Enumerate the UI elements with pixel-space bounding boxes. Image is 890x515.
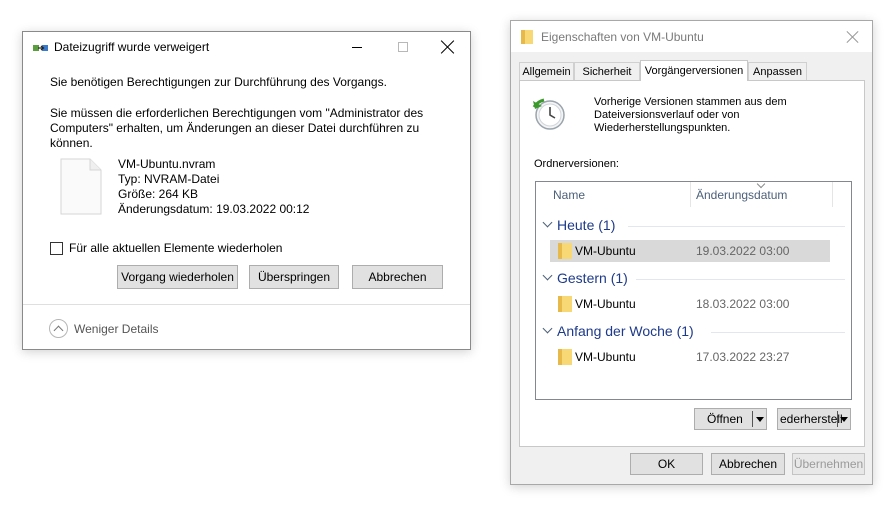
- version-name: VM-Ubuntu: [575, 297, 636, 311]
- group-header-earlier-this-week[interactable]: Anfang der Woche (1): [536, 321, 853, 343]
- footer-divider: [23, 304, 470, 305]
- group-header-yesterday[interactable]: Gestern (1): [536, 268, 853, 290]
- column-divider[interactable]: [832, 182, 833, 207]
- group-title: Heute (1): [557, 217, 616, 233]
- properties-close-button[interactable]: [833, 22, 873, 52]
- cancel-button[interactable]: Abbrechen: [352, 265, 443, 289]
- restore-clock-icon: [532, 98, 565, 130]
- folder-versions-list[interactable]: Name Änderungsdatum Heute (1) VM-Ubuntu …: [535, 179, 853, 400]
- file-details: VM-Ubuntu.nvram Typ: NVRAM-Datei Größe: …: [118, 157, 309, 217]
- retry-button[interactable]: Vorgang wiederholen: [117, 265, 238, 289]
- version-date: 18.03.2022 03:00: [696, 297, 790, 311]
- tab-allgemein[interactable]: Allgemein: [519, 62, 574, 80]
- close-icon: [846, 30, 860, 44]
- version-row-yesterday[interactable]: VM-Ubuntu 18.03.2022 03:00: [550, 293, 830, 315]
- folder-icon: [558, 243, 572, 259]
- folder-icon: [558, 296, 572, 312]
- admin-permission-message: Sie müssen die erforderlichen Berechtigu…: [50, 106, 424, 150]
- maximize-button[interactable]: [380, 32, 426, 62]
- repeat-for-all-checkbox[interactable]: [50, 241, 63, 255]
- column-header-modified[interactable]: Änderungsdatum: [696, 182, 831, 207]
- file-modified-date: Änderungsdatum: 19.03.2022 00:12: [118, 202, 310, 216]
- chevron-down-icon: [542, 323, 553, 334]
- skip-button[interactable]: Überspringen: [249, 265, 339, 289]
- version-date: 17.03.2022 23:27: [696, 350, 790, 364]
- version-row-earlier-this-week[interactable]: VM-Ubuntu 17.03.2022 23:27: [550, 346, 830, 368]
- file-icon: [60, 158, 102, 215]
- group-divider: [711, 332, 845, 333]
- less-details-label: Weniger Details: [74, 321, 159, 336]
- dropdown-arrow-icon[interactable]: [840, 417, 848, 422]
- close-button[interactable]: [425, 32, 471, 62]
- split-divider: [752, 411, 753, 427]
- column-divider[interactable]: [690, 182, 691, 207]
- maximize-icon: [398, 42, 408, 52]
- minimize-icon: [352, 46, 362, 48]
- group-header-today[interactable]: Heute (1): [536, 215, 853, 237]
- chevron-down-icon: [542, 217, 553, 228]
- version-name: VM-Ubuntu: [575, 244, 636, 258]
- group-divider: [628, 226, 845, 227]
- dialog-title: Dateizugriff wurde verweigert: [54, 40, 210, 54]
- tab-anpassen[interactable]: Anpassen: [748, 62, 807, 80]
- column-header-name[interactable]: Name: [553, 182, 683, 207]
- previous-versions-panel: Vorherige Versionen stammen aus dem Date…: [519, 80, 865, 447]
- repeat-for-all-row[interactable]: Für alle aktuellen Elemente wiederholen: [50, 241, 282, 255]
- file-transfer-icon: [33, 45, 48, 51]
- properties-dialog: Eigenschaften von VM-Ubuntu Allgemein Si…: [510, 20, 873, 485]
- restore-split-button[interactable]: ederherstell: [777, 408, 851, 430]
- permission-message: Sie benötigen Berechtigungen zur Durchfü…: [50, 75, 387, 89]
- chevron-up-icon: [49, 319, 68, 338]
- tab-vorgaengerversionen[interactable]: Vorgängerversionen: [640, 60, 748, 81]
- minimize-button[interactable]: [334, 32, 380, 62]
- properties-title-bar[interactable]: Eigenschaften von VM-Ubuntu: [511, 21, 872, 52]
- split-divider: [837, 411, 838, 427]
- version-name: VM-Ubuntu: [575, 350, 636, 364]
- folder-versions-label: Ordnerversionen:: [534, 158, 619, 170]
- version-date: 19.03.2022 03:00: [696, 244, 790, 258]
- folder-icon: [558, 349, 572, 365]
- group-divider: [636, 279, 845, 280]
- title-bar[interactable]: Dateizugriff wurde verweigert: [23, 32, 470, 62]
- access-denied-dialog: Dateizugriff wurde verweigert Sie benöti…: [22, 31, 471, 350]
- folder-icon: [521, 30, 533, 44]
- chevron-down-icon: [542, 270, 553, 281]
- ok-button[interactable]: OK: [630, 453, 703, 475]
- apply-button[interactable]: Übernehmen: [792, 453, 865, 475]
- properties-title: Eigenschaften von VM-Ubuntu: [541, 30, 704, 44]
- group-title: Gestern (1): [557, 270, 628, 286]
- open-split-button[interactable]: Öffnen: [694, 408, 767, 430]
- properties-cancel-button[interactable]: Abbrechen: [711, 453, 785, 475]
- version-row-today[interactable]: VM-Ubuntu 19.03.2022 03:00: [550, 240, 830, 262]
- versions-description: Vorherige Versionen stammen aus dem Date…: [594, 96, 787, 134]
- file-name: VM-Ubuntu.nvram: [118, 157, 216, 171]
- dropdown-arrow-icon[interactable]: [756, 417, 764, 422]
- file-type: Typ: NVRAM-Datei: [118, 172, 220, 186]
- close-icon: [441, 40, 455, 54]
- group-title: Anfang der Woche (1): [557, 323, 694, 339]
- less-details-toggle[interactable]: Weniger Details: [49, 319, 158, 338]
- repeat-for-all-label: Für alle aktuellen Elemente wiederholen: [69, 241, 283, 255]
- tab-sicherheit[interactable]: Sicherheit: [574, 62, 640, 80]
- restore-button-label: ederherstell: [780, 412, 843, 426]
- file-size: Größe: 264 KB: [118, 187, 199, 201]
- open-button-label: Öffnen: [707, 412, 743, 426]
